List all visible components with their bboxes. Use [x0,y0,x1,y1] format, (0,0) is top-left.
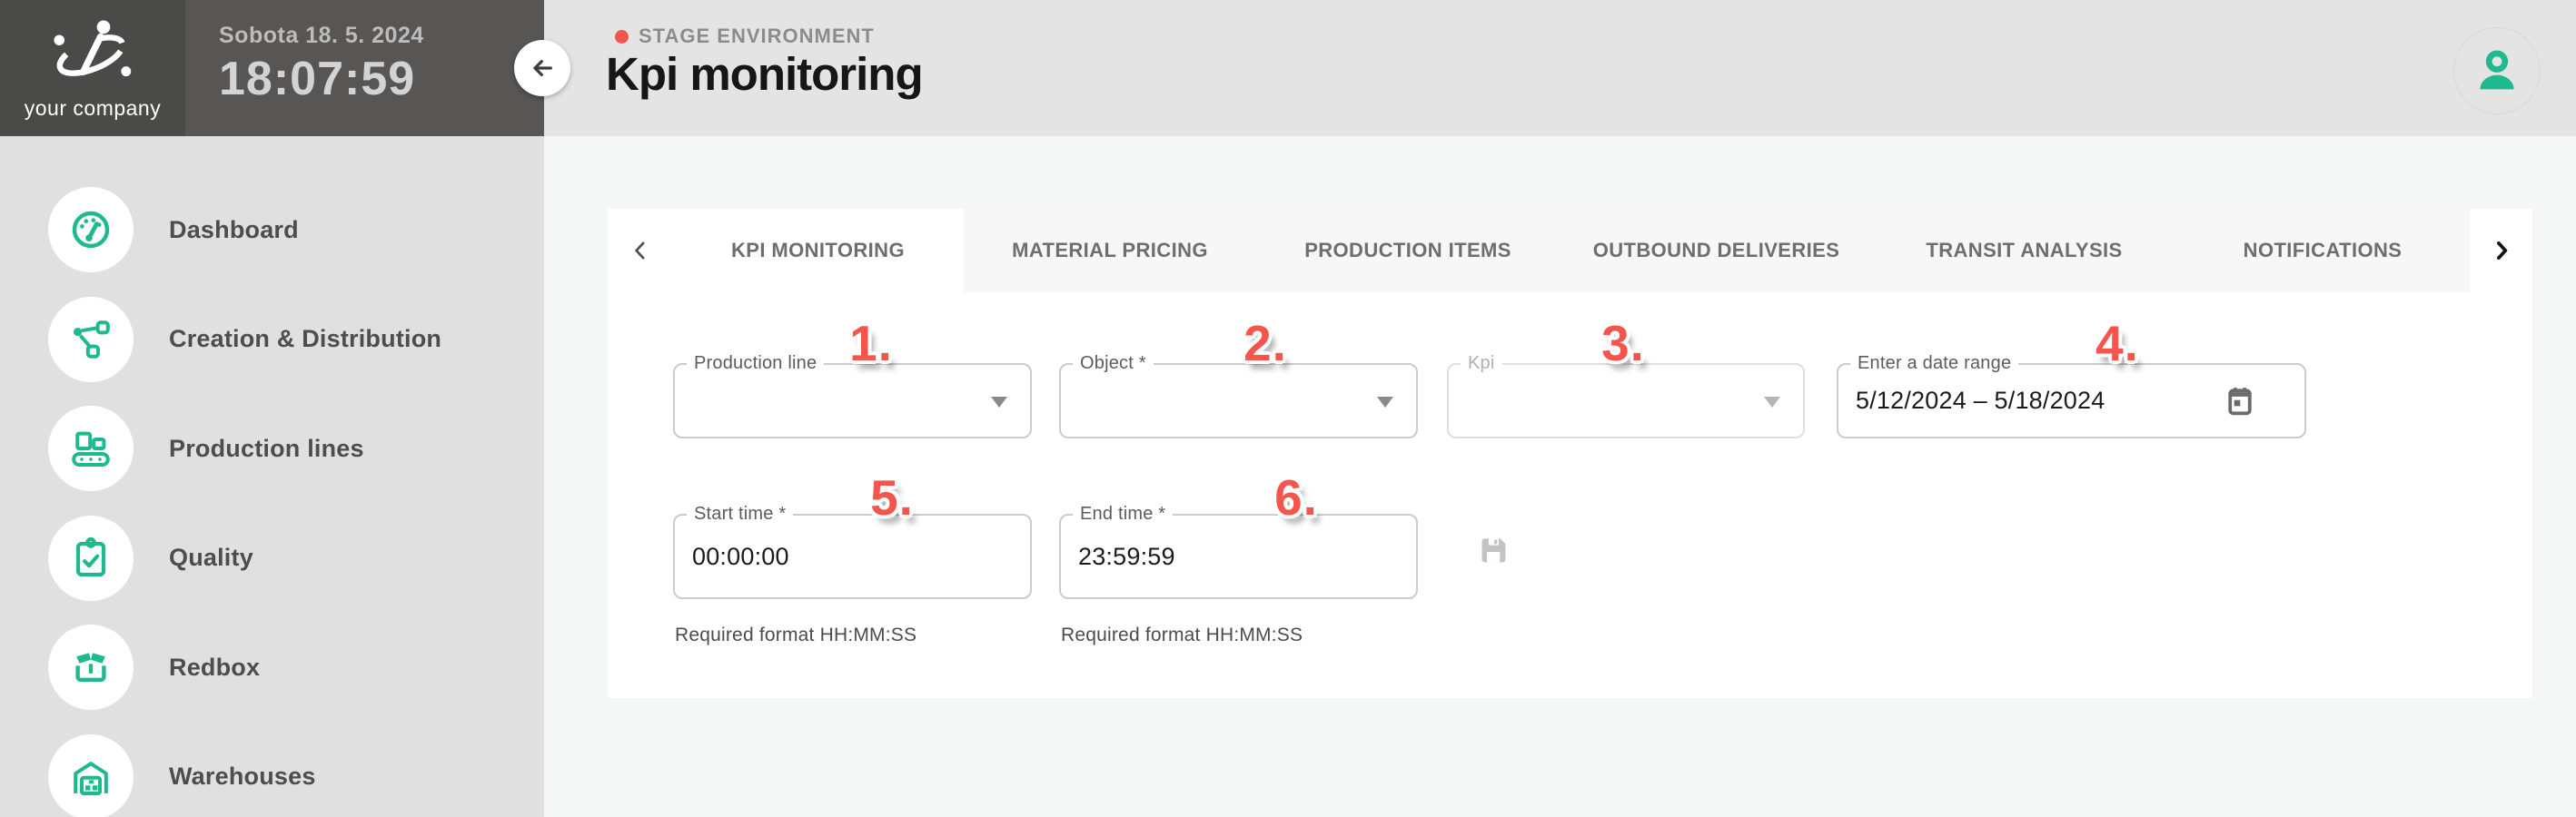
open-box-icon [48,625,134,710]
object-label: Object * [1073,353,1154,374]
calendar-icon[interactable] [2223,383,2257,419]
tab-outbound-deliveries[interactable]: OUTBOUND DELIVERIES [1560,209,1873,292]
datetime-block: Sobota 18. 5. 2024 18:07:59 [185,0,424,136]
arrow-left-icon [528,54,557,83]
current-date: Sobota 18. 5. 2024 [219,23,424,49]
clipboard-check-icon [48,516,134,601]
tabs-scroll-left-button[interactable] [608,209,672,292]
company-logo: your company [0,0,185,136]
production-line-label: Production line [687,353,824,374]
tab-notifications[interactable]: NOTIFICATIONS [2175,209,2470,292]
logo-text: your company [25,96,161,121]
chevron-left-icon [627,237,654,264]
back-button[interactable] [514,40,570,96]
gauge-icon [48,187,134,272]
warehouse-icon [48,734,134,817]
start-time-field: Start time * [673,514,1032,599]
date-range-field: Enter a date range [1837,363,2306,438]
sidebar-item-production-lines[interactable]: Production lines [0,394,544,504]
conveyor-icon [48,406,134,491]
person-icon [2469,43,2525,99]
sidebar-item-label: Dashboard [169,216,299,244]
environment-banner: STAGE ENVIRONMENT [615,25,875,48]
start-time-input[interactable] [675,516,1030,597]
tabbar: KPI MONITORING MATERIAL PRICING PRODUCTI… [608,209,2532,292]
company-logo-icon [49,16,136,94]
dropdown-arrow-icon [991,397,1007,408]
kpi-monitoring-app: your company Sobota 18. 5. 2024 18:07:59 [0,0,2576,817]
chevron-right-icon [2488,237,2515,264]
user-account-button[interactable] [2453,27,2541,114]
sidebar-item-redbox[interactable]: Redbox [0,613,544,723]
sidebar-header: your company Sobota 18. 5. 2024 18:07:59 [0,0,544,136]
tab-strip: KPI MONITORING MATERIAL PRICING PRODUCTI… [672,209,2470,292]
kpi-select[interactable]: Kpi [1447,363,1805,438]
sidebar-item-dashboard[interactable]: Dashboard [0,175,544,285]
environment-dot-icon [615,30,629,44]
page-header: STAGE ENVIRONMENT Kpi monitoring [544,0,2576,136]
sidebar-item-warehouses[interactable]: Warehouses [0,723,544,817]
current-time: 18:07:59 [219,52,424,106]
end-time-input[interactable] [1061,516,1416,597]
sidebar-item-label: Quality [169,544,253,572]
sidebar-item-label: Warehouses [169,763,316,791]
tab-production-items[interactable]: PRODUCTION ITEMS [1256,209,1560,292]
kpi-monitoring-panel: Production line Object * Kpi Enter a dat… [608,292,2532,698]
tabs-scroll-right-button[interactable] [2470,209,2532,292]
kpi-label: Kpi [1461,353,1502,374]
environment-label: STAGE ENVIRONMENT [639,25,875,48]
sidebar-item-quality[interactable]: Quality [0,504,544,614]
dropdown-arrow-icon [1764,397,1780,408]
save-button[interactable] [1475,532,1511,568]
object-select[interactable]: Object * [1059,363,1418,438]
sidebar-item-label: Redbox [169,654,260,682]
tab-material-pricing[interactable]: MATERIAL PRICING [964,209,1256,292]
save-icon [1475,532,1511,568]
sidebar-item-label: Production lines [169,435,364,463]
sidebar: your company Sobota 18. 5. 2024 18:07:59 [0,0,544,817]
end-time-hint: Required format HH:MM:SS [1061,625,1303,646]
sidebar-item-label: Creation & Distribution [169,325,441,353]
start-time-hint: Required format HH:MM:SS [675,625,916,646]
end-time-field: End time * [1059,514,1418,599]
network-icon [48,297,134,382]
sidebar-item-creation-distribution[interactable]: Creation & Distribution [0,285,544,395]
production-line-select[interactable]: Production line [673,363,1032,438]
tab-kpi-monitoring[interactable]: KPI MONITORING [672,209,964,292]
tab-transit-analysis[interactable]: TRANSIT ANALYSIS [1873,209,2175,292]
sidebar-nav: Dashboard Creation & Distribution [0,136,544,817]
page-title: Kpi monitoring [606,47,923,101]
dropdown-arrow-icon [1377,397,1393,408]
